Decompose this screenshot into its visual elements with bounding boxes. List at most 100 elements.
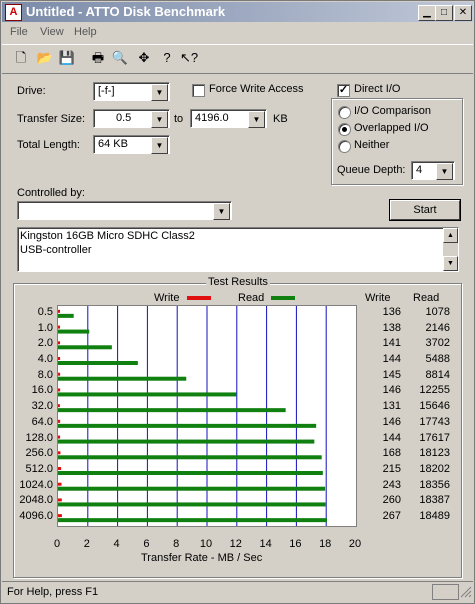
read-bar xyxy=(58,423,317,428)
drive-value: [-f-] xyxy=(98,85,115,97)
write-bar xyxy=(58,498,62,502)
write-legend-label: Write xyxy=(154,292,180,304)
write-bar xyxy=(58,435,61,439)
row-label: 2.0 xyxy=(37,337,53,350)
scroll-up-icon[interactable]: ▲ xyxy=(443,228,458,243)
help-icon[interactable]: ? xyxy=(157,48,177,68)
x-tick-label: 10 xyxy=(199,538,213,550)
transfer-size-label: Transfer Size: xyxy=(17,113,86,125)
description-scrollbar[interactable]: ▲ ▼ xyxy=(443,228,458,271)
read-bar xyxy=(58,502,326,507)
chevron-down-icon[interactable]: ▼ xyxy=(151,84,168,101)
x-axis-label: Transfer Rate - MB / Sec xyxy=(141,552,263,564)
write-value: 146 xyxy=(382,384,401,397)
maximize-icon: □ xyxy=(440,7,448,18)
write-value: 168 xyxy=(382,447,401,460)
controlled-by-select[interactable]: ▼ xyxy=(17,201,232,220)
read-bar xyxy=(58,471,323,475)
write-value: 260 xyxy=(382,494,401,507)
force-write-label: Force Write Access xyxy=(209,83,304,95)
write-value: 267 xyxy=(382,510,401,523)
new-file-icon[interactable]: 🗋 xyxy=(11,48,31,68)
read-value: 1078 xyxy=(425,305,450,318)
start-button[interactable]: Start xyxy=(389,199,461,221)
close-button[interactable]: ✕ xyxy=(454,5,472,21)
write-bar xyxy=(58,451,61,455)
app-icon: A xyxy=(5,4,22,21)
transfer-size-from-select[interactable]: 0.5 ▼ xyxy=(93,109,170,128)
row-label: 1.0 xyxy=(37,321,53,334)
toolbar: 🗋 📂 💾 🖶 🔍 ✥ ? ↖? xyxy=(2,44,473,74)
read-value: 18202 xyxy=(419,463,450,475)
total-length-label: Total Length: xyxy=(17,139,80,151)
scroll-down-icon[interactable]: ▼ xyxy=(443,256,458,271)
status-text: For Help, press F1 xyxy=(7,586,99,598)
open-folder-icon[interactable]: 📂 xyxy=(35,48,55,68)
chevron-down-icon[interactable]: ▼ xyxy=(248,111,265,128)
read-bar xyxy=(58,408,286,413)
force-write-checkbox[interactable] xyxy=(192,84,205,97)
direct-io-checkbox[interactable]: ✓ xyxy=(337,84,350,97)
x-tick-label: 0 xyxy=(53,538,61,550)
write-bar xyxy=(58,388,61,392)
minimize-button[interactable]: ▁ xyxy=(418,5,436,21)
close-icon: ✕ xyxy=(458,7,468,18)
title-bar[interactable]: A Untitled - ATTO Disk Benchmark ▁ □ ✕ xyxy=(2,2,473,22)
read-bar xyxy=(58,392,237,397)
chevron-down-icon[interactable]: ▼ xyxy=(213,203,230,220)
read-bar xyxy=(58,439,315,444)
move-icon[interactable]: ✥ xyxy=(134,48,154,68)
read-bar xyxy=(58,486,326,491)
write-bar xyxy=(58,325,61,329)
row-label: 256.0 xyxy=(25,447,53,460)
x-tick-label: 4 xyxy=(113,538,120,550)
row-label: 1024.0 xyxy=(19,478,53,491)
chevron-down-icon[interactable]: ▼ xyxy=(151,137,168,154)
drive-select[interactable]: [-f-] ▼ xyxy=(93,82,170,101)
x-tick-label: 12 xyxy=(229,538,242,550)
write-value: 144 xyxy=(382,353,401,365)
transfer-size-unit: KB xyxy=(273,113,288,125)
write-value: 215 xyxy=(382,463,401,475)
status-bar: For Help, press F1 xyxy=(2,581,473,602)
total-length-select[interactable]: 64 KB ▼ xyxy=(93,135,170,154)
write-bar xyxy=(58,357,61,360)
print-icon[interactable]: 🖶 xyxy=(88,48,108,68)
write-value: 138 xyxy=(382,321,401,334)
read-bar xyxy=(58,313,74,318)
read-bar xyxy=(58,455,322,460)
chart-plot-area xyxy=(57,305,357,527)
chevron-down-icon[interactable]: ▼ xyxy=(436,163,453,180)
chevron-down-icon[interactable]: ▼ xyxy=(151,111,168,128)
status-panel xyxy=(432,584,459,600)
description-line-1: Kingston 16GB Micro SDHC Class2 xyxy=(20,230,195,242)
write-value: 145 xyxy=(382,368,401,381)
read-value: 3702 xyxy=(425,337,450,350)
window-title: Untitled - ATTO Disk Benchmark xyxy=(26,4,226,19)
menu-view[interactable]: View xyxy=(40,26,64,38)
description-textarea[interactable]: Kingston 16GB Micro SDHC Class2 USB-cont… xyxy=(17,227,459,272)
transfer-size-to-select[interactable]: 4196.0 ▼ xyxy=(190,109,267,128)
read-value: 2146 xyxy=(425,321,450,334)
maximize-button[interactable]: □ xyxy=(435,5,453,21)
print-preview-icon[interactable]: 🔍 xyxy=(110,48,130,68)
radio-io-comparison[interactable] xyxy=(338,106,351,119)
menu-help[interactable]: Help xyxy=(74,26,97,38)
write-bar xyxy=(58,309,60,313)
radio-overlapped-io[interactable] xyxy=(338,123,351,136)
context-help-icon[interactable]: ↖? xyxy=(179,48,199,68)
save-icon[interactable]: 💾 xyxy=(57,48,77,68)
read-bar xyxy=(58,518,328,523)
overlapped-io-label: Overlapped I/O xyxy=(354,122,429,134)
row-label: 4.0 xyxy=(37,353,53,365)
controlled-by-label: Controlled by: xyxy=(17,187,85,199)
menu-file[interactable]: File xyxy=(10,26,28,38)
radio-neither[interactable] xyxy=(338,140,351,153)
write-bar xyxy=(58,404,60,408)
write-bar xyxy=(58,482,62,486)
queue-depth-select[interactable]: 4 ▼ xyxy=(411,161,455,180)
read-value: 17743 xyxy=(419,415,450,428)
read-value: 18356 xyxy=(419,478,450,491)
read-bar xyxy=(58,329,90,334)
resize-grip-icon[interactable] xyxy=(460,586,472,598)
